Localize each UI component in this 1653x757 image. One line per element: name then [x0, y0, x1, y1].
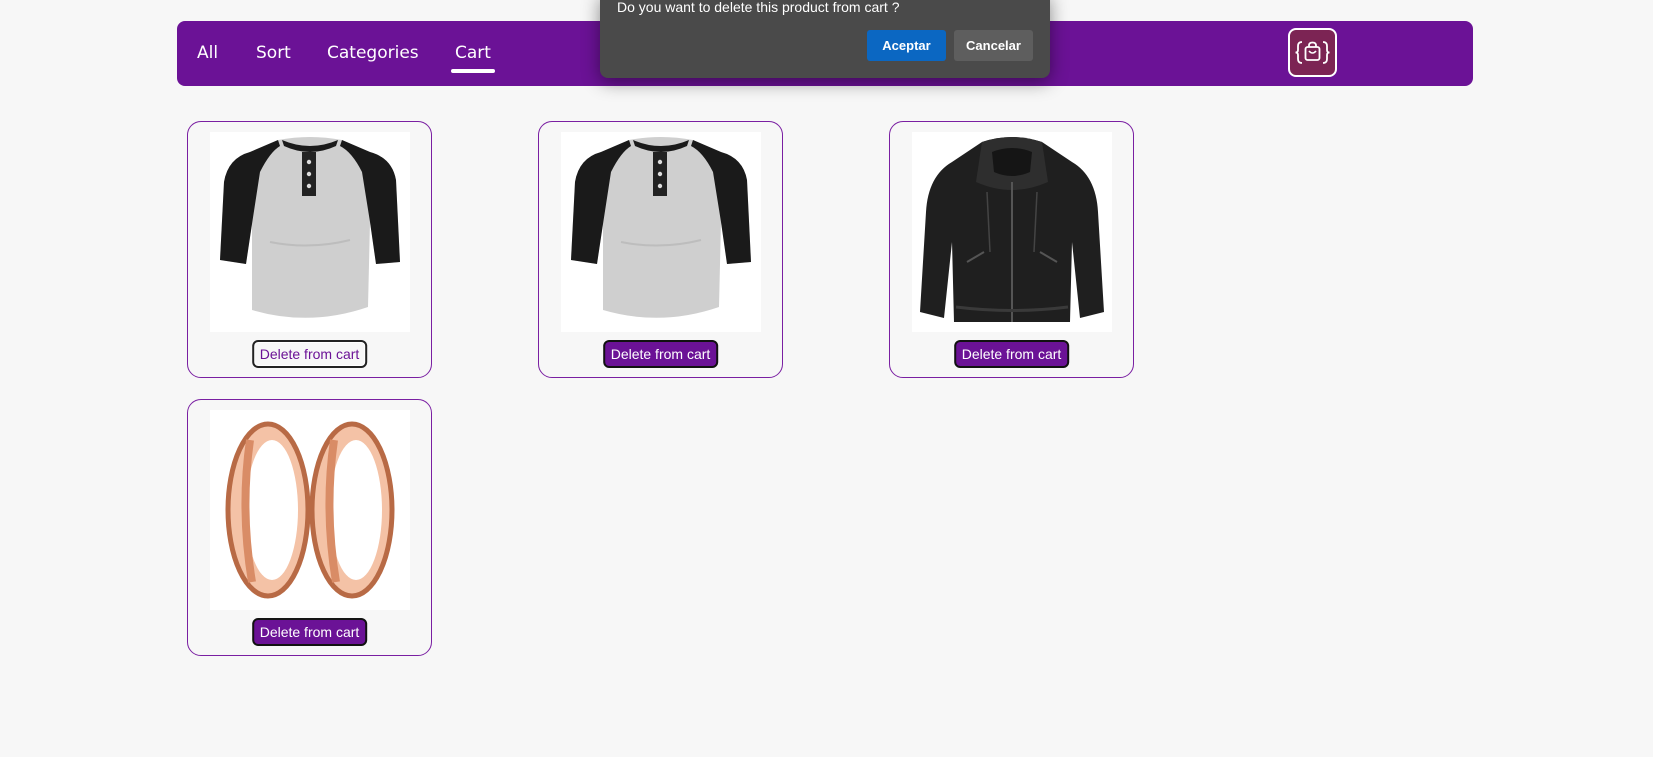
product-card: Delete from cart	[538, 121, 783, 378]
leather-jacket-icon	[920, 137, 1104, 322]
product-image	[210, 132, 410, 332]
delete-from-cart-button[interactable]: Delete from cart	[953, 340, 1070, 368]
store-logo[interactable]	[1288, 28, 1337, 77]
product-card: Delete from cart	[187, 399, 432, 656]
accept-button[interactable]: Aceptar	[867, 30, 946, 61]
delete-from-cart-button[interactable]: Delete from cart	[251, 340, 368, 368]
product-image	[561, 132, 761, 332]
rose-gold-tunnel-earrings-icon	[225, 421, 395, 599]
delete-from-cart-button[interactable]: Delete from cart	[602, 340, 719, 368]
product-image	[912, 132, 1112, 332]
shopping-bag-code-icon	[1295, 41, 1330, 64]
nav-link-all[interactable]: All	[197, 42, 218, 64]
nav-link-categories[interactable]: Categories	[327, 42, 419, 64]
product-card: Delete from cart	[187, 121, 432, 378]
delete-from-cart-button[interactable]: Delete from cart	[251, 618, 368, 646]
nav-link-cart[interactable]: Cart	[455, 42, 491, 64]
active-tab-indicator	[451, 69, 495, 73]
dialog-message: Do you want to delete this product from …	[617, 0, 900, 15]
nav-link-sort[interactable]: Sort	[256, 42, 291, 64]
product-card: Delete from cart	[889, 121, 1134, 378]
delete-confirm-dialog: Do you want to delete this product from …	[600, 0, 1050, 78]
product-image	[210, 410, 410, 610]
raglan-henley-shirt-icon	[220, 137, 400, 318]
cancel-button[interactable]: Cancelar	[954, 30, 1033, 61]
raglan-henley-shirt-icon	[571, 137, 751, 318]
